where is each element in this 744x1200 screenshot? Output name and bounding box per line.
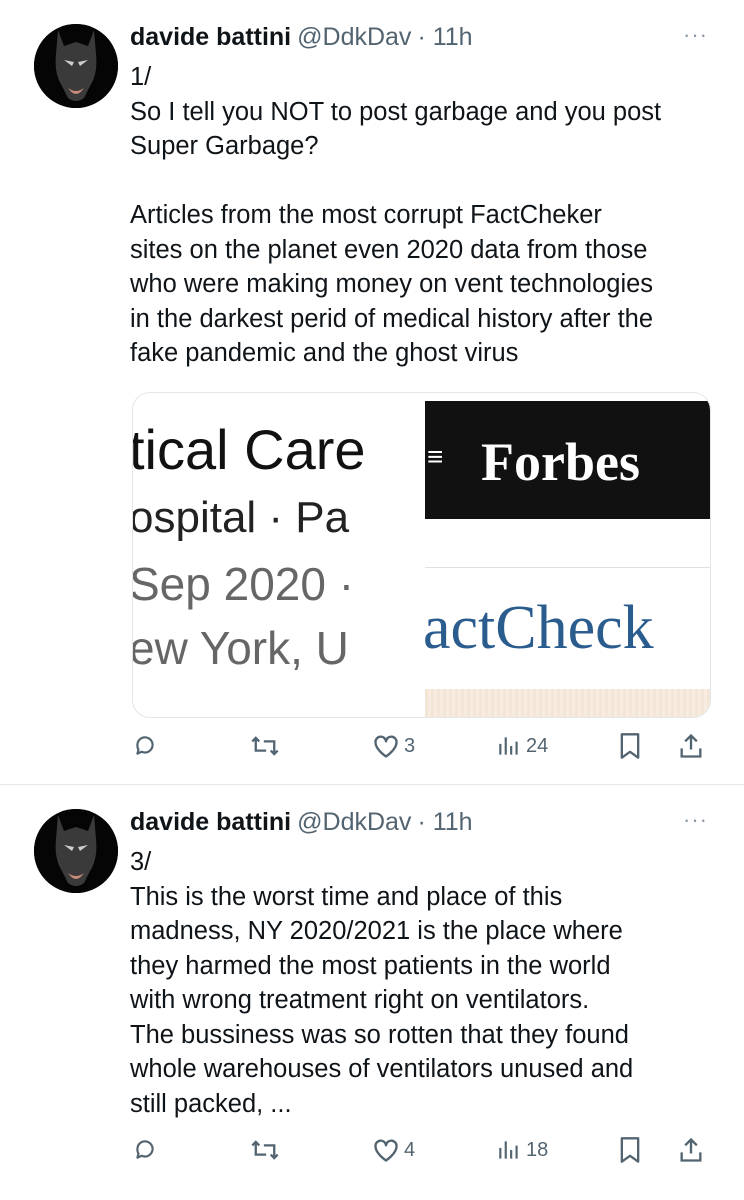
- media-text: tical Care: [133, 418, 366, 481]
- media-text: ew York, U: [133, 622, 349, 674]
- timestamp[interactable]: · 11h: [417, 23, 472, 51]
- reply-button[interactable]: [132, 1130, 158, 1170]
- reply-icon: [136, 1140, 154, 1159]
- repost-icon: [251, 736, 279, 756]
- tweet-line: Articles from the most corrupt FactCheke…: [130, 201, 602, 229]
- repost-icon: [251, 1140, 279, 1160]
- menu-icon: ≡: [427, 441, 444, 472]
- tweet-line: still packed, ...: [130, 1089, 292, 1118]
- tweet-line: fake pandemic and the ghost virus: [130, 339, 519, 367]
- views-button[interactable]: 18: [496, 1130, 548, 1170]
- like-count: 4: [404, 1138, 416, 1161]
- reply-icon: [136, 736, 154, 755]
- tweet-header: davide battini @DdkDav · 11h: [130, 22, 473, 52]
- media-text: ospital · Pa: [133, 493, 350, 542]
- like-button[interactable]: 3: [372, 726, 415, 766]
- avatar[interactable]: [34, 24, 118, 108]
- reply-button[interactable]: [132, 726, 158, 766]
- tweet-line: The bussiness was so rotten that they fo…: [130, 1020, 629, 1049]
- view-count: 18: [526, 1138, 549, 1161]
- share-button[interactable]: [678, 726, 704, 766]
- share-button[interactable]: [678, 1130, 704, 1170]
- tweet[interactable]: davide battini @DdkDav · 11h ··· 1/ So I t…: [0, 0, 744, 784]
- media-text: Sep 2020 ·: [133, 558, 355, 610]
- repost-button[interactable]: [250, 726, 280, 766]
- factcheck-heading: actCheck: [423, 594, 654, 662]
- forbes-logo: Forbes: [481, 432, 640, 492]
- bookmark-button[interactable]: [618, 726, 642, 766]
- tweet-actions: 4 18: [0, 1130, 744, 1170]
- display-name[interactable]: davide battini: [130, 808, 291, 836]
- tweet-line: 1/: [130, 63, 152, 91]
- tweet-line: This is the worst time and place of this: [130, 882, 563, 911]
- like-button[interactable]: 4: [372, 1130, 415, 1170]
- timestamp[interactable]: · 11h: [417, 808, 472, 836]
- tweet-text: 3/ This is the worst time and place of t…: [130, 845, 720, 1121]
- more-icon[interactable]: ···: [683, 807, 708, 833]
- tweet-line: So I tell you NOT to post garbage and yo…: [130, 97, 662, 126]
- tweet-line: 3/: [130, 848, 152, 876]
- share-icon: [680, 1137, 702, 1162]
- bookmark-icon: [620, 733, 640, 759]
- batman-mask-icon: [34, 24, 118, 108]
- tweet-line: with wrong treatment right on ventilator…: [130, 986, 590, 1014]
- divider: [425, 567, 710, 568]
- bookmark-button[interactable]: [618, 1130, 642, 1170]
- more-icon[interactable]: ···: [683, 22, 708, 48]
- tweet-header: davide battini @DdkDav · 11h: [130, 807, 473, 837]
- tweet-line: Super Garbage?: [130, 132, 319, 160]
- like-count: 3: [404, 734, 416, 757]
- like-icon: [374, 1139, 398, 1162]
- bookmark-icon: [620, 1137, 640, 1163]
- views-button[interactable]: 24: [496, 726, 548, 766]
- user-handle[interactable]: @DdkDav: [297, 808, 411, 836]
- media-right-crop: ≡ Forbes actCheck: [423, 393, 710, 717]
- view-count: 24: [526, 734, 549, 757]
- tweet-text: 1/ So I tell you NOT to post garbage and…: [130, 60, 720, 371]
- avatar[interactable]: [34, 809, 118, 893]
- views-icon: [499, 737, 518, 755]
- forbes-header: ≡ Forbes: [425, 401, 710, 519]
- media-left-crop: tical Care ospital · Pa Sep 2020 · ew Yo…: [133, 393, 425, 717]
- batman-mask-icon: [34, 809, 118, 893]
- views-icon: [499, 1141, 518, 1159]
- tweet-line: they harmed the most patients in the wor…: [130, 951, 611, 980]
- tweet-actions: 3 24: [0, 726, 744, 766]
- like-icon: [374, 735, 398, 758]
- media-image[interactable]: tical Care ospital · Pa Sep 2020 · ew Yo…: [132, 392, 711, 718]
- tweet-line: in the darkest perid of medical history …: [130, 304, 654, 333]
- repost-button[interactable]: [250, 1130, 280, 1170]
- share-icon: [680, 733, 702, 758]
- tweet-line: who were making money on vent technologi…: [130, 270, 654, 298]
- tweet-line: madness, NY 2020/2021 is the place where: [130, 917, 623, 945]
- tweet-line: sites on the planet even 2020 data from …: [130, 235, 648, 264]
- display-name[interactable]: davide battini: [130, 23, 291, 51]
- user-handle[interactable]: @DdkDav: [297, 23, 411, 51]
- tweet-line: whole warehouses of ventilators unused a…: [130, 1055, 634, 1083]
- decorative-strip: [425, 689, 710, 717]
